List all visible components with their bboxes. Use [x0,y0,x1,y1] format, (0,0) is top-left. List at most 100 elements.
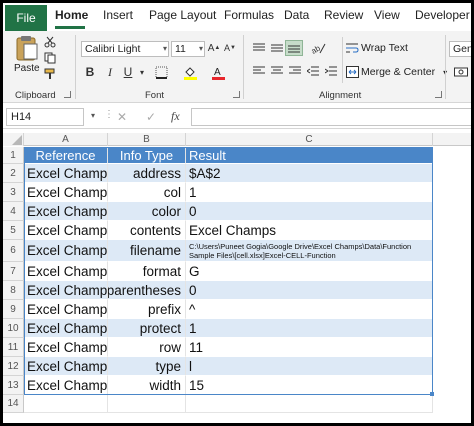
table-cell[interactable]: Excel Champs [24,357,108,376]
align-bottom-icon[interactable] [285,40,303,56]
borders-icon[interactable] [153,64,169,80]
merge-center-button[interactable]: Merge & Center ▾ [346,64,447,80]
table-cell[interactable]: protect [108,319,186,338]
align-middle-icon[interactable] [269,41,285,55]
increase-font-size-button[interactable]: A ▲ [207,40,221,56]
table-cell[interactable]: Excel Champs [24,240,108,262]
decrease-font-size-button[interactable]: A ▼ [223,40,237,56]
row-header-5[interactable]: 5 [3,221,24,240]
row-header-14[interactable]: 14 [3,395,24,413]
clipboard-launcher-icon[interactable] [64,91,71,98]
table-cell[interactable]: Excel Champs [24,281,108,300]
tab-developer[interactable]: Developer [415,8,470,22]
row-header-13[interactable]: 13 [3,376,24,395]
empty-cell[interactable] [108,395,186,413]
table-header-cell[interactable]: Reference [24,147,108,164]
tab-page-layout[interactable]: Page Layout [149,8,216,22]
number-format-dropdown[interactable]: Gene [449,41,471,57]
table-cell[interactable]: $A$2 [186,164,433,183]
table-cell[interactable]: l [186,357,433,376]
empty-cell[interactable] [186,395,433,413]
font-name-dropdown[interactable]: Calibri Light ▾ [81,41,169,57]
table-cell[interactable]: 15 [186,376,433,395]
row-header-8[interactable]: 8 [3,281,24,300]
row-header-9[interactable]: 9 [3,300,24,319]
table-cell[interactable]: row [108,338,186,357]
wrap-text-button[interactable]: Wrap Text [346,40,408,56]
row-header-3[interactable]: 3 [3,183,24,202]
table-cell[interactable]: filename [108,240,186,262]
table-cell[interactable]: contents [108,221,186,240]
row-header-6[interactable]: 6 [3,240,24,262]
orientation-icon[interactable]: ab [308,40,328,56]
accounting-format-icon[interactable] [453,64,469,80]
tab-insert[interactable]: Insert [103,8,133,22]
column-header-c[interactable]: C [186,133,433,146]
table-cell[interactable]: format [108,262,186,281]
row-header-1[interactable]: 1 [3,147,24,164]
table-cell[interactable]: C:\Users\Puneet Gogia\Google Drive\Excel… [186,240,433,262]
align-top-icon[interactable] [251,41,267,55]
table-cell[interactable]: color [108,202,186,221]
tab-review[interactable]: Review [324,8,363,22]
chevron-down-icon[interactable]: ▾ [137,64,147,80]
formula-bar-grip-icon[interactable]: ⋮ [104,109,114,120]
column-header-b[interactable]: B [108,133,186,146]
cut-icon[interactable] [43,35,57,49]
table-cell[interactable]: col [108,183,186,202]
table-cell[interactable]: Excel Champs [24,262,108,281]
table-cell[interactable]: Excel Champs [186,221,433,240]
paste-button[interactable]: Paste [11,35,43,75]
table-header-cell[interactable]: Info Type [108,147,186,164]
row-header-2[interactable]: 2 [3,164,24,183]
bold-button[interactable]: B [83,64,97,80]
table-cell[interactable]: Excel Champs [24,221,108,240]
row-header-7[interactable]: 7 [3,262,24,281]
underline-button[interactable]: U [121,64,135,80]
worksheet-grid[interactable]: ABC Reference Info Type Result Excel Champs… [3,133,471,423]
tab-formulas[interactable]: Formulas [224,8,274,22]
table-cell[interactable]: 0 [186,202,433,221]
table-cell[interactable]: Excel Champs [24,338,108,357]
copy-icon[interactable] [43,51,57,65]
table-cell[interactable]: 1 [186,319,433,338]
name-box[interactable]: H14 [6,108,84,126]
formula-input[interactable] [191,108,471,126]
table-header-cell[interactable]: Result [186,147,433,164]
align-center-icon[interactable] [269,64,285,78]
chevron-down-icon[interactable]: ▾ [91,111,95,120]
table-cell[interactable]: 0 [186,281,433,300]
table-cell[interactable]: prefix [108,300,186,319]
table-cell[interactable]: type [108,357,186,376]
table-cell[interactable]: 1 [186,183,433,202]
row-header-11[interactable]: 11 [3,338,24,357]
table-cell[interactable]: address [108,164,186,183]
font-launcher-icon[interactable] [233,91,240,98]
fill-color-icon[interactable] [181,64,199,80]
row-header-4[interactable]: 4 [3,202,24,221]
alignment-launcher-icon[interactable] [435,91,442,98]
select-all-corner[interactable] [3,133,24,146]
empty-cell[interactable] [24,395,108,413]
table-cell[interactable]: Excel Champs [24,300,108,319]
table-cell[interactable]: ^ [186,300,433,319]
tab-view[interactable]: View [374,8,400,22]
tab-data[interactable]: Data [284,8,309,22]
table-cell[interactable]: 11 [186,338,433,357]
decrease-indent-icon[interactable] [305,64,321,78]
cancel-icon[interactable]: ✕ [117,110,127,124]
insert-function-icon[interactable]: fx [171,109,180,124]
font-size-dropdown[interactable]: 11 ▾ [171,41,205,57]
table-cell[interactable]: Excel Champs [24,183,108,202]
table-cell[interactable]: Excel Champs [24,376,108,395]
tab-home[interactable]: Home [55,8,88,22]
table-cell[interactable]: Excel Champs [24,319,108,338]
table-cell[interactable]: Excel Champs [24,202,108,221]
column-header-a[interactable]: A [24,133,108,146]
increase-indent-icon[interactable] [323,64,339,78]
align-left-icon[interactable] [251,64,267,78]
table-resize-handle[interactable] [430,392,434,396]
font-color-icon[interactable]: A [209,64,227,80]
italic-button[interactable]: I [103,64,117,80]
table-cell[interactable]: width [108,376,186,395]
